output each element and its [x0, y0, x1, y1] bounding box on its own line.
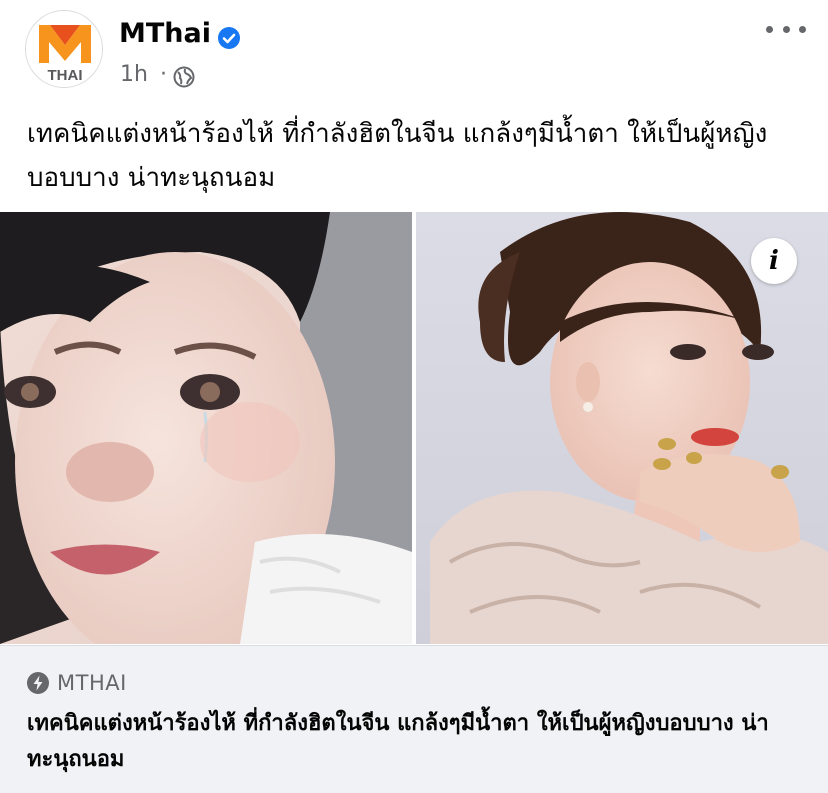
left-photo — [0, 212, 412, 644]
post-header: THAI MThai 1h · — [0, 0, 828, 100]
more-options-icon[interactable] — [766, 18, 806, 40]
bolt-icon — [27, 672, 49, 694]
svg-text:THAI: THAI — [48, 67, 83, 84]
verified-badge-icon — [218, 27, 240, 49]
post-image[interactable] — [0, 212, 828, 644]
page-name[interactable]: MThai — [119, 18, 211, 49]
link-source: MTHAI — [57, 671, 127, 695]
post-caption: เทคนิคแต่งหน้าร้องไห้ ที่กำลังฮิตในจีน แ… — [27, 119, 768, 193]
post-photo — [0, 212, 828, 644]
link-title[interactable]: เทคนิคแต่งหน้าร้องไห้ ที่กำลังฮิตในจีน แ… — [27, 706, 807, 778]
more-dot — [766, 25, 773, 33]
separator-dot: · — [160, 62, 167, 87]
link-source-row: MTHAI — [27, 668, 127, 698]
globe-icon[interactable] — [173, 66, 195, 88]
page-avatar[interactable]: THAI — [25, 10, 103, 88]
more-dot — [782, 25, 790, 33]
more-dot — [799, 25, 806, 33]
link-preview-card[interactable]: MTHAI เทคนิคแต่งหน้าร้องไห้ ที่กำลังฮิตใ… — [0, 645, 828, 793]
info-icon[interactable]: i — [751, 238, 797, 284]
mthai-logo: THAI — [39, 25, 91, 84]
post-timestamp[interactable]: 1h — [120, 62, 148, 87]
